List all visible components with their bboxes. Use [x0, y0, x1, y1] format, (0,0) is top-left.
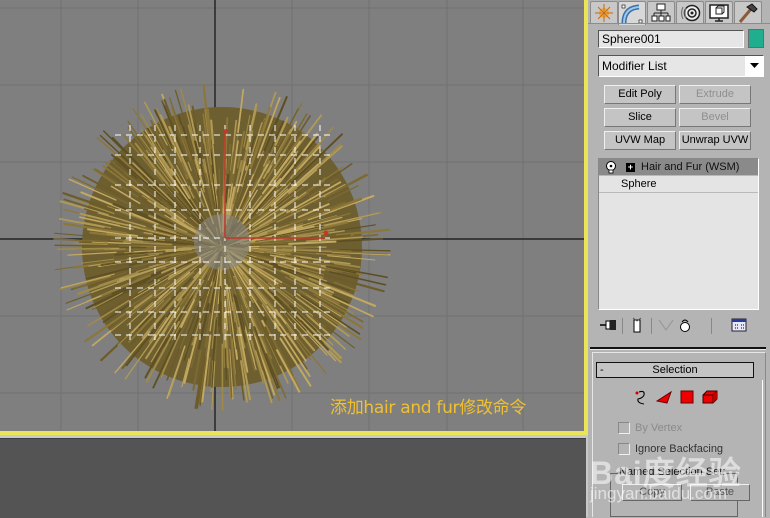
- checkbox[interactable]: [618, 422, 630, 434]
- slice-button[interactable]: Slice: [604, 108, 676, 127]
- rollout-scrollbar[interactable]: [762, 380, 766, 517]
- motion-icon: [679, 3, 701, 23]
- utilities-icon: [737, 3, 759, 23]
- stack-item-label: Sphere: [621, 176, 656, 192]
- modify-icon: [621, 4, 643, 24]
- tab-display[interactable]: [705, 1, 733, 24]
- display-icon: [708, 3, 730, 23]
- panel-divider: [590, 347, 766, 350]
- tab-modify[interactable]: [618, 1, 646, 25]
- hair-strand: [223, 272, 224, 311]
- selection-level-buttons: [630, 388, 720, 406]
- create-icon: [594, 3, 614, 23]
- uvw-map-button[interactable]: UVW Map: [604, 131, 676, 150]
- object-name-field[interactable]: Sphere001: [598, 30, 744, 48]
- extrude-button[interactable]: Extrude: [679, 85, 751, 104]
- modifier-list-dropdown[interactable]: Modifier List: [598, 55, 764, 77]
- chevron-down-icon: [750, 63, 759, 69]
- stack-item-hair-and-fur[interactable]: + Hair and Fur (WSM): [599, 159, 758, 176]
- by-vertex-checkbox[interactable]: By Vertex: [618, 422, 682, 434]
- toolbar-divider: [651, 318, 652, 334]
- face-icon[interactable]: [655, 388, 673, 406]
- pivot-y-handle: [224, 129, 228, 133]
- stack-item-sphere[interactable]: Sphere: [599, 176, 758, 193]
- viewport-lower[interactable]: [0, 438, 586, 518]
- toolbar-divider: [622, 318, 623, 334]
- paste-button[interactable]: Paste: [690, 484, 750, 501]
- bevel-button[interactable]: Bevel: [679, 108, 751, 127]
- tab-motion[interactable]: [676, 1, 704, 24]
- stack-toolbar: [598, 316, 758, 336]
- collapse-icon: -: [600, 363, 604, 377]
- tab-bar-divider: [588, 23, 770, 24]
- toolbar-divider: [711, 318, 712, 334]
- tab-utilities[interactable]: [734, 1, 762, 24]
- polygon-icon[interactable]: [678, 388, 696, 406]
- copy-button[interactable]: Copy: [622, 484, 682, 501]
- viewport-canvas[interactable]: [0, 0, 584, 432]
- dropdown-arrow[interactable]: [745, 56, 763, 76]
- element-icon[interactable]: [701, 388, 719, 406]
- viewport-caption: 添加hair and fur修改命令: [330, 393, 526, 418]
- hair-strand: [75, 244, 107, 245]
- modifier-list-value: Modifier List: [602, 59, 667, 73]
- hair-strand: [55, 245, 119, 246]
- named-selection-set-label: Named Selection Set:: [618, 466, 726, 478]
- configure-modifier-sets-icon[interactable]: [730, 316, 748, 334]
- tab-create[interactable]: [590, 1, 618, 24]
- expand-icon[interactable]: +: [626, 163, 635, 172]
- hierarchy-icon: [651, 3, 671, 23]
- edit-poly-button[interactable]: Edit Poly: [604, 85, 676, 104]
- viewport-perspective[interactable]: 添加hair and fur修改命令: [0, 0, 584, 432]
- command-panel-tabs: [588, 0, 770, 24]
- hair-fur-sphere[interactable]: [54, 85, 390, 410]
- selection-rollout-header[interactable]: - Selection: [596, 362, 754, 378]
- remove-modifier-icon[interactable]: [676, 316, 694, 334]
- ignore-backfacing-label: Ignore Backfacing: [635, 443, 723, 455]
- object-color-swatch[interactable]: [748, 29, 764, 48]
- show-end-result-icon[interactable]: [628, 316, 646, 334]
- unwrap-uvw-button[interactable]: Unwrap UVW: [679, 131, 751, 150]
- command-panel: Sphere001 Modifier List Edit Poly Extrud…: [588, 0, 770, 517]
- checkbox[interactable]: [618, 443, 630, 455]
- by-vertex-label: By Vertex: [635, 422, 682, 434]
- modifier-stack[interactable]: + Hair and Fur (WSM) Sphere: [598, 158, 759, 310]
- stack-item-label: Hair and Fur (WSM): [641, 159, 739, 175]
- hair-strand: [58, 249, 110, 250]
- ignore-backfacing-checkbox[interactable]: Ignore Backfacing: [618, 443, 723, 455]
- pin-stack-icon[interactable]: [600, 316, 618, 334]
- rollout-title: Selection: [652, 364, 697, 376]
- tab-hierarchy[interactable]: [647, 1, 675, 24]
- pivot-x-handle: [324, 231, 329, 236]
- make-unique-icon[interactable]: [657, 316, 675, 334]
- guides-icon[interactable]: [632, 388, 650, 406]
